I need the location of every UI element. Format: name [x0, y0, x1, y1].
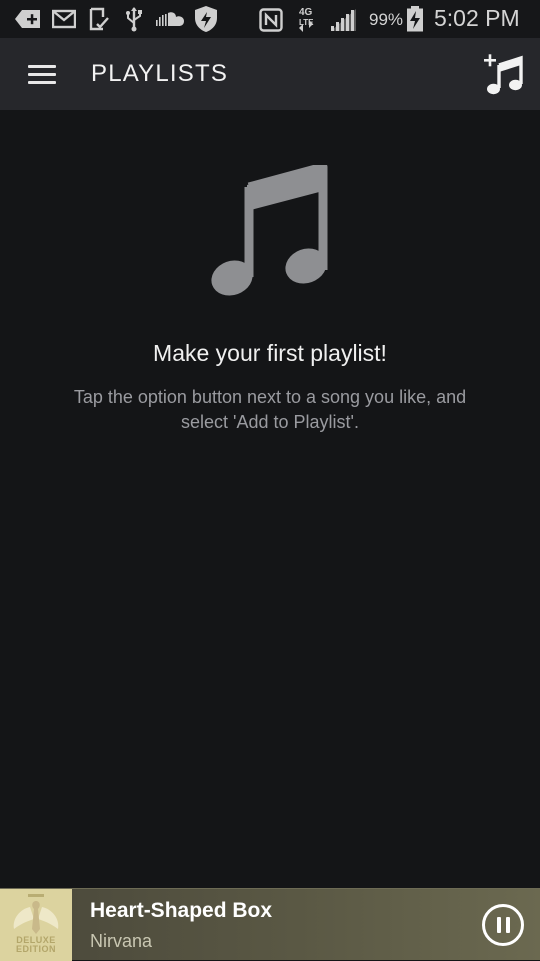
nfc-icon: [259, 8, 283, 32]
pause-icon[interactable]: [482, 904, 524, 946]
clock: 5:02 PM: [434, 5, 520, 31]
usb-icon: [126, 7, 142, 32]
empty-state-description: Tap the option button next to a song you…: [73, 387, 467, 432]
shield-icon: [195, 6, 217, 32]
svg-text:4G: 4G: [299, 7, 313, 18]
track-artist: Nirvana: [90, 931, 153, 951]
album-art-label: DELUXE EDITION: [15, 935, 56, 954]
music-note-icon: [211, 165, 328, 296]
add-icon: [15, 10, 40, 28]
add-music-note-icon[interactable]: [480, 52, 528, 98]
status-bar: 4G LTE 99% 5:02 PM: [0, 0, 540, 38]
battery-charging-icon: [407, 6, 423, 32]
hamburger-menu-icon[interactable]: [22, 56, 62, 92]
clipboard-check-icon: [89, 7, 109, 31]
signal-icon: [331, 9, 356, 31]
soundcloud-icon: [156, 12, 184, 26]
empty-state-title: Make your first playlist!: [153, 340, 387, 366]
now-playing-bar[interactable]: DELUXE EDITION Heart-Shaped Box Nirvana: [0, 888, 540, 961]
app-bar: PLAYLISTS: [0, 38, 540, 110]
album-art[interactable]: DELUXE EDITION: [0, 889, 72, 961]
battery-percent: 99%: [369, 10, 404, 29]
mail-icon: [52, 9, 76, 29]
track-title[interactable]: Heart-Shaped Box: [90, 899, 272, 923]
svg-text:LTE: LTE: [299, 18, 314, 27]
network-4g-lte-icon: 4G LTE: [299, 7, 314, 32]
page-title: PLAYLISTS: [91, 60, 229, 87]
